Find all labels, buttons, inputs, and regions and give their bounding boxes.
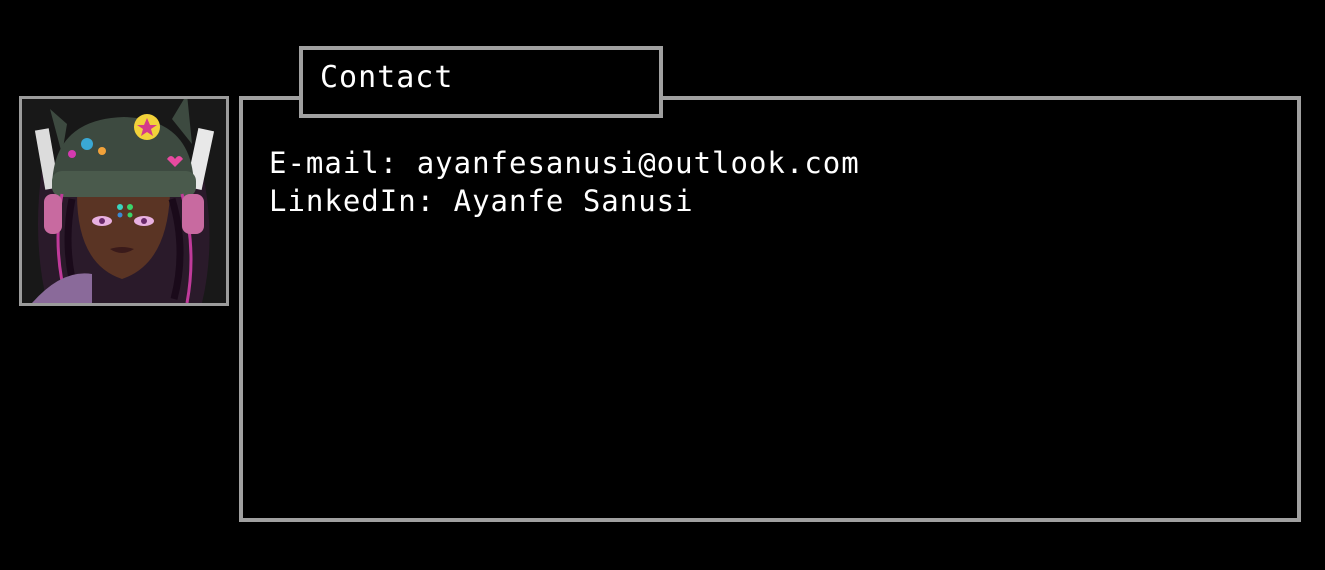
- email-label: E-mail:: [269, 146, 399, 180]
- contact-details: E-mail: ayanfesanusi@outlook.com LinkedI…: [269, 144, 860, 220]
- linkedin-line: LinkedIn: Ayanfe Sanusi: [269, 182, 860, 220]
- email-value[interactable]: ayanfesanusi@outlook.com: [417, 146, 860, 180]
- character-portrait-icon: [22, 99, 226, 303]
- dialog-box: E-mail: ayanfesanusi@outlook.com LinkedI…: [239, 96, 1301, 522]
- character-portrait: [19, 96, 229, 306]
- linkedin-value[interactable]: Ayanfe Sanusi: [454, 184, 694, 218]
- email-line: E-mail: ayanfesanusi@outlook.com: [269, 144, 860, 182]
- dialog-title-tab: Contact: [299, 46, 663, 118]
- dialog-title: Contact: [320, 60, 454, 95]
- linkedin-label: LinkedIn:: [269, 184, 436, 218]
